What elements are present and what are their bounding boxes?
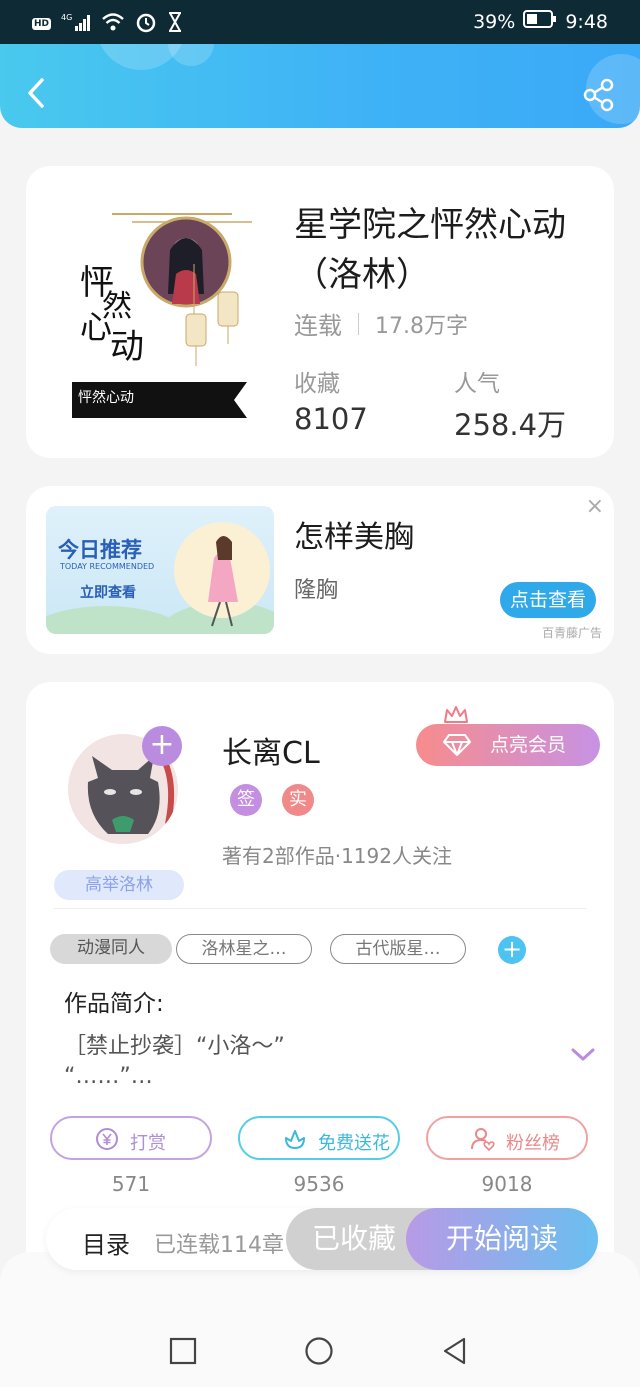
hourglass-icon xyxy=(167,12,183,36)
intro-text[interactable]: ［禁止抄袭］“小洛～” “……”… xyxy=(64,1032,444,1092)
book-title: 星学院之怦然心动（洛林） xyxy=(294,205,566,295)
reward-label: 打赏 xyxy=(130,1133,166,1154)
ad-image-cta: 立即查看 xyxy=(80,585,136,601)
ad-image-title: 今日推荐 xyxy=(58,538,142,562)
chevron-down-icon[interactable] xyxy=(570,1046,596,1064)
favorites-value: 8107 xyxy=(294,402,368,436)
divider xyxy=(54,908,586,909)
share-icon xyxy=(583,78,614,112)
fans-count: 9018 xyxy=(481,1172,533,1196)
tag-chip[interactable]: 洛林星之… xyxy=(176,934,312,964)
back-button[interactable] xyxy=(22,76,50,110)
vip-button-label: 点亮会员 xyxy=(490,734,567,756)
chevron-left-icon xyxy=(28,78,44,108)
book-meta: 连载 17.8万字 xyxy=(294,306,468,341)
tag-chip[interactable]: 古代版星… xyxy=(330,934,466,964)
svg-text:4G: 4G xyxy=(61,13,72,22)
fan-heart-icon xyxy=(471,1128,495,1152)
reward-count: 571 xyxy=(111,1172,151,1196)
ad-view-button[interactable]: 点击查看 xyxy=(500,582,596,618)
free-flower-label: 免费送花 xyxy=(318,1133,390,1154)
verified-badge: 实 xyxy=(282,784,314,816)
wifi-icon xyxy=(101,12,125,36)
genre-chip[interactable]: 动漫同人 xyxy=(50,934,172,964)
author-stats: 著有2部作品·1192人关注 xyxy=(222,844,452,868)
author-name[interactable]: 长离CL xyxy=(222,728,320,772)
intro-line: “……”… xyxy=(64,1064,153,1089)
flower-icon xyxy=(285,1130,305,1149)
word-count: 17.8万字 xyxy=(375,313,468,339)
cover-title-char: 心 xyxy=(80,308,112,346)
signal-icon: 4G xyxy=(61,12,91,36)
fan-badge: 高举洛林 xyxy=(54,870,184,900)
free-flower-button[interactable]: 免费送花 xyxy=(238,1116,400,1160)
recent-apps-icon[interactable] xyxy=(168,1336,198,1366)
add-tag-button[interactable]: + xyxy=(498,936,526,964)
diamond-icon xyxy=(443,734,471,756)
signed-badge: 签 xyxy=(230,784,262,816)
favorites-label: 收藏 xyxy=(294,371,340,397)
status-bar: HD 4G 39% 9:48 xyxy=(0,0,640,44)
start-reading-button[interactable]: 开始阅读 xyxy=(406,1208,598,1270)
intro-line: ［禁止抄袭］“小洛～” xyxy=(64,1034,285,1059)
divider xyxy=(358,312,359,335)
book-status: 连载 xyxy=(294,312,342,340)
fan-ranking-label: 粉丝榜 xyxy=(506,1133,560,1154)
intro-title: 作品简介: xyxy=(64,991,164,1017)
fan-ranking-button[interactable]: 粉丝榜 xyxy=(426,1116,588,1160)
ad-description: 隆胸 xyxy=(294,578,339,603)
book-info-card: 怦 然 心 动 怦然心动 星学院之怦然心动（洛林） 连载 17.8万字 收藏 8… xyxy=(26,166,614,458)
bottom-toolbar: 目录 已连载114章 已收藏 开始阅读 xyxy=(46,1208,598,1270)
ad-source: 百青藤广告 xyxy=(542,626,603,640)
popularity-label: 人气 xyxy=(454,371,500,397)
ad-image-subtitle: TODAY RECOMMENDED xyxy=(60,562,155,571)
ad-title: 怎样美胸 xyxy=(294,520,414,555)
home-icon[interactable] xyxy=(304,1336,334,1366)
toc-button[interactable]: 目录 xyxy=(82,1225,130,1260)
header-bar: HD 4G 39% 9:48 xyxy=(0,0,640,128)
ad-image[interactable]: 今日推荐 TODAY RECOMMENDED 立即查看 xyxy=(46,506,274,634)
flower-count: 9536 xyxy=(293,1172,345,1196)
battery-percent: 39% xyxy=(473,10,516,33)
popularity-value: 258.4万 xyxy=(454,408,567,442)
ad-card[interactable]: 今日推荐 TODAY RECOMMENDED 立即查看 怎样美胸 隆胸 点击查看… xyxy=(26,486,614,654)
share-button[interactable] xyxy=(582,78,616,112)
close-icon[interactable]: × xyxy=(586,494,604,519)
clock-time: 9:48 xyxy=(565,10,608,33)
crown-icon xyxy=(444,706,468,723)
author-card: + 高举洛林 长离CL 签 实 著有2部作品·1192人关注 点亮会员 动漫同人… xyxy=(26,682,614,1282)
alarm-icon xyxy=(135,11,157,37)
activate-vip-button[interactable]: 点亮会员 xyxy=(416,724,600,766)
battery-icon xyxy=(523,10,557,33)
chapter-count[interactable]: 已连载114章 xyxy=(154,1227,284,1259)
yen-coin-icon xyxy=(96,1128,118,1150)
system-nav-bar xyxy=(0,1316,640,1387)
follow-author-button[interactable]: + xyxy=(142,726,182,766)
reward-button[interactable]: 打赏 xyxy=(50,1116,212,1160)
cover-title-char: 动 xyxy=(110,327,144,367)
back-nav-icon[interactable] xyxy=(440,1336,470,1366)
book-cover[interactable]: 怦 然 心 动 怦然心动 xyxy=(72,204,262,418)
cover-subtitle: 怦然心动 xyxy=(78,389,134,406)
hd-icon: HD xyxy=(32,18,52,30)
